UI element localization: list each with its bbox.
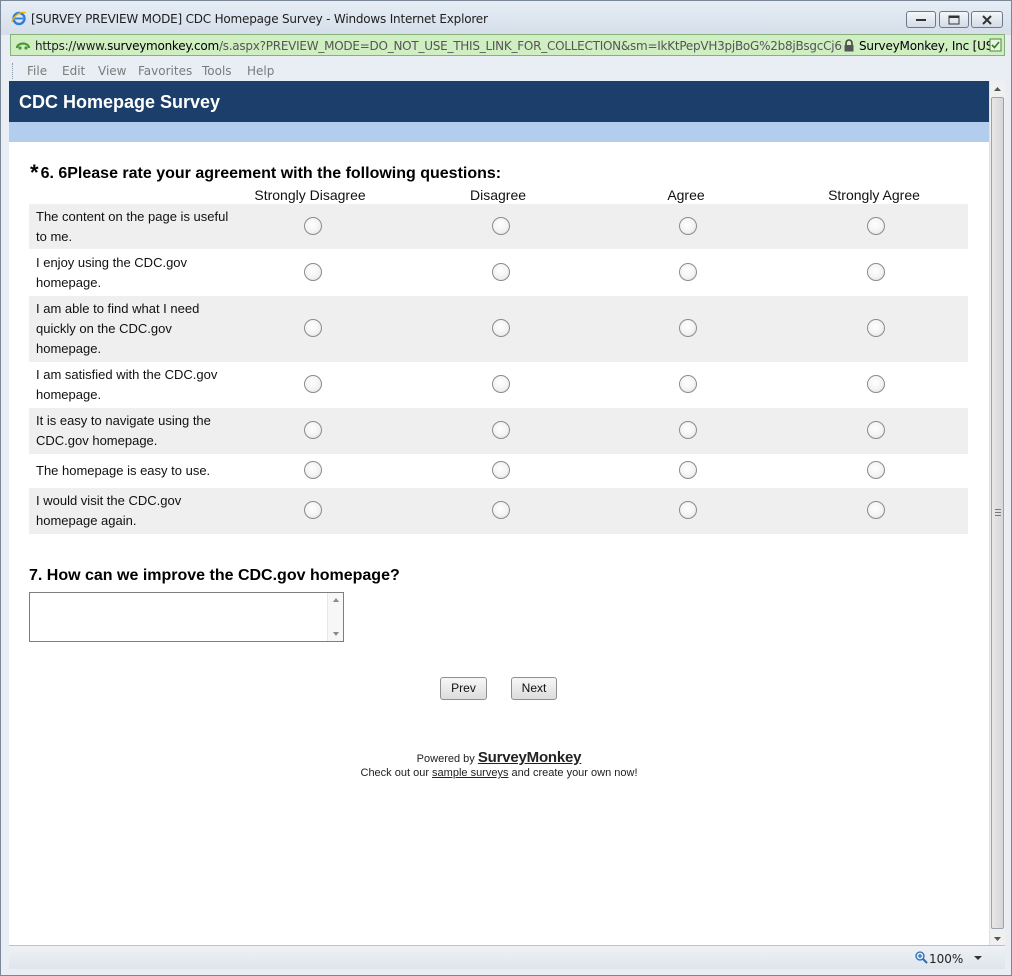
lock-icon[interactable] xyxy=(843,39,855,52)
radio-strongly-disagree[interactable] xyxy=(304,319,322,337)
row-label: It is easy to navigate using the CDC.gov… xyxy=(36,413,211,448)
matrix-row: I enjoy using the CDC.gov homepage. xyxy=(29,249,968,296)
sample-surveys-link[interactable]: sample surveys xyxy=(432,767,508,779)
radio-agree[interactable] xyxy=(679,421,697,439)
row-label: I am able to find what I need quickly on… xyxy=(36,301,200,356)
menu-tools[interactable]: Tools xyxy=(202,64,232,78)
menu-bar: File Edit View Favorites Tools Help xyxy=(10,60,1005,81)
radio-strongly-agree[interactable] xyxy=(867,217,885,235)
row-label: The content on the page is useful to me. xyxy=(36,209,229,244)
radio-strongly-agree[interactable] xyxy=(867,375,885,393)
header-strip xyxy=(9,122,989,142)
survey-title: CDC Homepage Survey xyxy=(19,92,221,112)
improvement-textarea[interactable] xyxy=(29,592,344,642)
url-field[interactable]: https://www.surveymonkey.com/s.aspx?PREV… xyxy=(35,39,843,53)
radio-disagree[interactable] xyxy=(492,501,510,519)
close-button[interactable] xyxy=(971,11,1003,28)
internet-explorer-icon xyxy=(11,10,27,26)
radio-strongly-agree[interactable] xyxy=(867,421,885,439)
radio-agree[interactable] xyxy=(679,461,697,479)
row-label: I would visit the CDC.gov homepage again… xyxy=(36,493,182,528)
matrix-row: I am able to find what I need quickly on… xyxy=(29,296,968,362)
prev-button[interactable]: Prev xyxy=(440,677,487,700)
zoom-dropdown-icon[interactable] xyxy=(974,956,982,960)
radio-disagree[interactable] xyxy=(492,461,510,479)
radio-strongly-agree[interactable] xyxy=(867,319,885,337)
question-7-title: 7. How can we improve the CDC.gov homepa… xyxy=(29,567,400,584)
matrix-row: I would visit the CDC.gov homepage again… xyxy=(29,488,968,534)
radio-strongly-disagree[interactable] xyxy=(304,263,322,281)
column-header-strongly-agree: Strongly Agree xyxy=(828,187,920,203)
maximize-button[interactable] xyxy=(939,11,969,28)
textarea-scrollbar[interactable] xyxy=(327,593,343,641)
row-label: I enjoy using the CDC.gov homepage. xyxy=(36,255,188,290)
next-button[interactable]: Next xyxy=(511,677,557,700)
radio-strongly-disagree[interactable] xyxy=(304,375,322,393)
question-6-title: * 6. 6Please rate your agreement with the… xyxy=(30,160,502,185)
menu-edit[interactable]: Edit xyxy=(62,64,85,78)
survey-header: CDC Homepage Survey xyxy=(9,81,989,122)
radio-agree[interactable] xyxy=(679,263,697,281)
menu-view[interactable]: View xyxy=(98,64,126,78)
radio-strongly-disagree[interactable] xyxy=(304,461,322,479)
radio-disagree[interactable] xyxy=(492,375,510,393)
scrollbar-thumb[interactable] xyxy=(991,97,1004,929)
zoom-level[interactable]: 100% xyxy=(929,952,963,966)
status-bar: 100% xyxy=(9,945,1005,969)
checkout-text-pre: Check out our xyxy=(360,767,429,779)
radio-disagree[interactable] xyxy=(492,217,510,235)
row-label: I am satisfied with the CDC.gov homepage… xyxy=(36,367,218,402)
checkout-text-post: and create your own now! xyxy=(511,767,638,779)
radio-strongly-disagree[interactable] xyxy=(304,217,322,235)
title-bar: [SURVEY PREVIEW MODE] CDC Homepage Surve… xyxy=(1,1,1011,35)
radio-agree[interactable] xyxy=(679,217,697,235)
address-bar[interactable]: https://www.surveymonkey.com/s.aspx?PREV… xyxy=(10,34,1005,56)
radio-disagree[interactable] xyxy=(492,263,510,281)
radio-disagree[interactable] xyxy=(492,319,510,337)
radio-strongly-agree[interactable] xyxy=(867,461,885,479)
radio-agree[interactable] xyxy=(679,319,697,337)
surveymonkey-favicon-icon xyxy=(15,38,31,52)
verified-site-icon[interactable] xyxy=(989,38,1002,52)
matrix-row: The homepage is easy to use. xyxy=(29,454,968,488)
matrix-row: It is easy to navigate using the CDC.gov… xyxy=(29,408,968,454)
checkout-line: Check out our sample surveys and create … xyxy=(9,767,989,779)
surveymonkey-brand-link[interactable]: SurveyMonkey xyxy=(478,749,582,766)
minimize-button[interactable] xyxy=(906,11,936,28)
column-header-agree: Agree xyxy=(667,187,705,203)
column-header-strongly-disagree: Strongly Disagree xyxy=(254,187,366,203)
matrix-row: The content on the page is useful to me. xyxy=(29,204,968,249)
radio-strongly-agree[interactable] xyxy=(867,501,885,519)
page-content: CDC Homepage Survey * 6. 6Please rate you… xyxy=(9,81,989,945)
scroll-down-arrow-icon[interactable] xyxy=(333,632,339,636)
page-scrollbar[interactable] xyxy=(989,81,1005,945)
menu-file[interactable]: File xyxy=(27,64,47,78)
powered-by-line: Powered by SurveyMonkey xyxy=(9,749,989,766)
powered-by-label: Powered by xyxy=(416,753,475,765)
menu-help[interactable]: Help xyxy=(247,64,274,78)
zoom-icon[interactable] xyxy=(915,951,928,964)
scroll-down-icon[interactable] xyxy=(994,937,1001,941)
required-marker: * xyxy=(30,160,39,185)
column-header-disagree: Disagree xyxy=(469,187,527,203)
radio-agree[interactable] xyxy=(679,375,697,393)
scroll-up-arrow-icon[interactable] xyxy=(333,598,339,602)
toolbar-grip[interactable] xyxy=(12,63,15,79)
radio-agree[interactable] xyxy=(679,501,697,519)
menu-favorites[interactable]: Favorites xyxy=(138,64,192,78)
scroll-up-icon[interactable] xyxy=(994,87,1001,91)
window-title: [SURVEY PREVIEW MODE] CDC Homepage Surve… xyxy=(31,12,488,26)
browser-window: [SURVEY PREVIEW MODE] CDC Homepage Surve… xyxy=(0,0,1012,976)
row-label: The homepage is easy to use. xyxy=(36,463,211,478)
radio-strongly-disagree[interactable] xyxy=(304,501,322,519)
radio-strongly-agree[interactable] xyxy=(867,263,885,281)
radio-disagree[interactable] xyxy=(492,421,510,439)
radio-strongly-disagree[interactable] xyxy=(304,421,322,439)
matrix-row: I am satisfied with the CDC.gov homepage… xyxy=(29,362,968,408)
thumb-grip-icon xyxy=(995,509,1001,516)
certificate-label[interactable]: SurveyMonkey, Inc [US] xyxy=(859,39,998,53)
